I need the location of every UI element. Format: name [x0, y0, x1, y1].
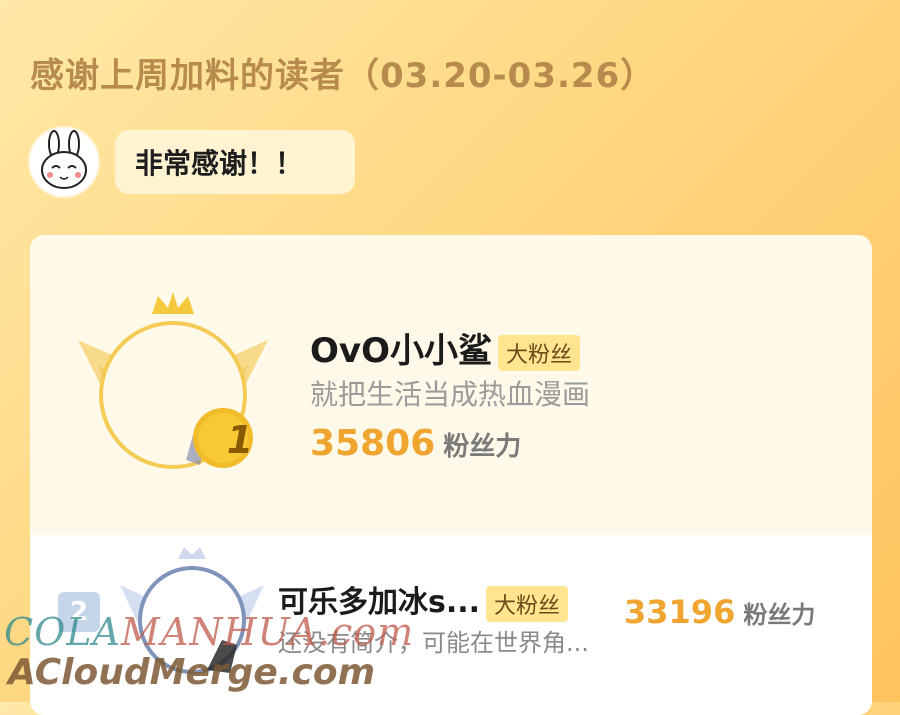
user-2-score-unit: 粉丝力	[743, 601, 816, 629]
user-2-score: 33196 粉丝力	[624, 593, 815, 631]
watermark-manhua: MANHUA.com	[120, 610, 415, 654]
user-2-fan-badge: 大粉丝	[486, 585, 569, 622]
user-2-score-value: 33196	[624, 593, 736, 631]
user-1-bio: 就把生活当成热血漫画	[310, 378, 591, 411]
rabbit-avatar	[30, 128, 98, 196]
leaderboard-row-1[interactable]: 1 OvO小小鲨 大粉丝 就把生活当成热血漫画 35806 粉丝力	[30, 235, 872, 535]
user-1-score: 35806 粉丝力	[310, 423, 521, 464]
watermark-colamanhua: COLAMANHUA.com	[4, 610, 414, 654]
user-1-fan-badge: 大粉丝	[497, 334, 580, 371]
user-1-name[interactable]: OvO小小鲨	[310, 331, 492, 371]
rank-1-number: 1	[226, 418, 254, 462]
user-1-score-value: 35806	[310, 423, 436, 464]
thanks-message-bubble: 非常感谢！！	[115, 130, 355, 194]
user-1-score-unit: 粉丝力	[443, 432, 522, 462]
user-1-name-line: OvO小小鲨 大粉丝	[310, 323, 580, 372]
page-title: 感谢上周加料的读者（03.20-03.26）	[30, 56, 656, 96]
watermark-cola: COLA	[4, 610, 121, 654]
watermark-acloudmerge: ACloudMerge.com	[8, 652, 376, 693]
thanks-message-text: 非常感谢！！	[135, 147, 304, 180]
